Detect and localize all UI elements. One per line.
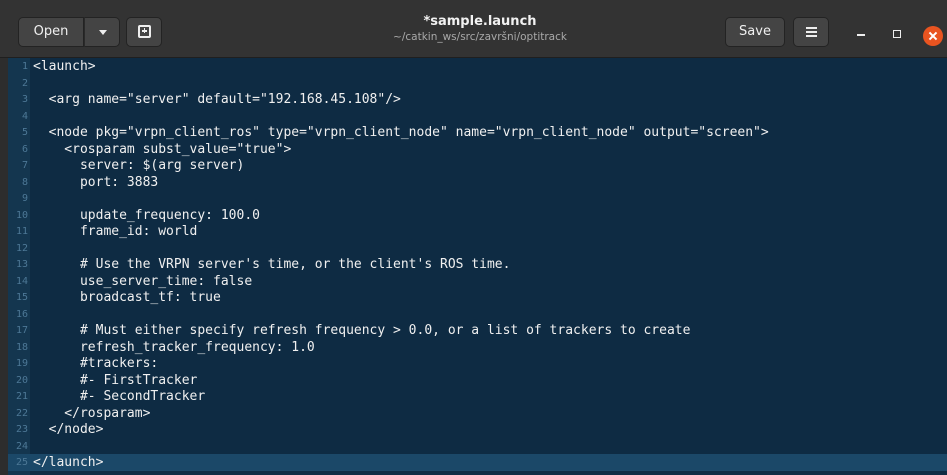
code-text: </launch> [33, 455, 104, 470]
code-line[interactable]: 8 port: 3883 [8, 174, 947, 191]
line-number: 7 [21, 160, 28, 171]
code-text: use_server_time: false [33, 273, 253, 289]
line-number: 9 [21, 193, 28, 204]
code-line[interactable]: 12 [8, 240, 947, 257]
line-number: 19 [15, 358, 28, 369]
code-text: update_frequency: 100.0 [33, 207, 260, 223]
document-path: ~/catkin_ws/src/završni/optitrack [393, 31, 567, 43]
line-number: 16 [15, 308, 28, 320]
code-line[interactable]: 19 #trackers: [8, 355, 947, 372]
line-number: 18 [15, 341, 28, 353]
code-text: <launch> [33, 59, 96, 74]
code-line[interactable]: 11 frame_id: world [8, 223, 947, 240]
line-number: 6 [21, 143, 28, 155]
hamburger-menu-icon [806, 27, 817, 37]
code-line[interactable]: 17 # Must either specify refresh frequen… [8, 322, 947, 339]
maximize-icon[interactable] [889, 26, 905, 42]
line-number: 15 [15, 292, 28, 303]
code-line[interactable]: 9 [8, 190, 947, 207]
minimize-icon[interactable] [853, 26, 869, 42]
open-button[interactable]: Open [18, 17, 84, 47]
code-text: port: 3883 [33, 174, 159, 190]
code-text: refresh_tracker_frequency: 1.0 [33, 339, 315, 355]
line-number: 11 [15, 226, 28, 237]
gedit-window: Open *sample.launch ~/catkin_ws/src/zavr… [0, 0, 947, 475]
code-line[interactable]: 10 update_frequency: 100.0 [8, 207, 947, 224]
code-line[interactable]: 24 [8, 438, 947, 455]
code-line[interactable]: 21 #- SecondTracker [8, 388, 947, 405]
code-text: # Must either specify refresh frequency … [33, 323, 691, 338]
line-number: 3 [21, 94, 28, 105]
line-number: 13 [15, 259, 28, 270]
code-text: <node pkg="vrpn_client_ros" type="vrpn_c… [33, 125, 769, 140]
line-number: 25 [15, 457, 28, 468]
line-number: 1 [21, 61, 28, 72]
code-line[interactable]: 18 refresh_tracker_frequency: 1.0 [8, 339, 947, 356]
line-number: 10 [15, 209, 28, 221]
code-line[interactable]: 22 </rosparam> [8, 405, 947, 422]
code-text: <arg name="server" default="192.168.45.1… [33, 92, 401, 107]
code-text: </node> [33, 422, 104, 437]
line-number: 5 [21, 127, 28, 138]
chevron-down-icon [99, 30, 107, 35]
line-number: 17 [15, 325, 28, 336]
line-number: 8 [21, 176, 28, 188]
open-menu-button[interactable] [84, 17, 120, 47]
code-line[interactable]: 25 </launch> [8, 454, 947, 471]
window-edge [0, 58, 8, 475]
line-number: 20 [15, 374, 28, 386]
code-line[interactable]: 23 </node> [8, 421, 947, 438]
code-line[interactable]: 26 [8, 471, 947, 475]
line-number: 21 [15, 391, 28, 402]
code-text: <rosparam subst_value="true"> [33, 141, 292, 157]
new-tab-button[interactable] [126, 17, 162, 47]
code-line[interactable]: 6 <rosparam subst_value="true"> [8, 141, 947, 158]
document-title: *sample.launch [423, 14, 537, 29]
code-line[interactable]: 7 server: $(arg server) [8, 157, 947, 174]
code-text: # Use the VRPN server's time, or the cli… [33, 257, 511, 272]
text-editor[interactable]: 1 <launch> 2 3 <arg name="server" default="… [8, 58, 947, 475]
line-number: 23 [15, 424, 28, 435]
window-title: *sample.launch ~/catkin_ws/src/završni/o… [330, 14, 630, 44]
line-number: 2 [21, 77, 28, 89]
code-line[interactable]: 3 <arg name="server" default="192.168.45… [8, 91, 947, 108]
line-number: 24 [15, 440, 28, 452]
code-line[interactable]: 20 #- FirstTracker [8, 372, 947, 389]
line-number: 12 [15, 242, 28, 254]
code-line[interactable]: 1 <launch> [8, 58, 947, 75]
code-line[interactable]: 13 # Use the VRPN server's time, or the … [8, 256, 947, 273]
code-line[interactable]: 14 use_server_time: false [8, 273, 947, 290]
code-text: #trackers: [33, 356, 159, 371]
code-line[interactable]: 4 [8, 108, 947, 125]
line-number: 14 [15, 275, 28, 287]
code-line[interactable]: 2 [8, 75, 947, 92]
code-text: broadcast_tf: true [33, 290, 221, 305]
close-icon[interactable] [923, 26, 943, 46]
code-text: </rosparam> [33, 405, 151, 421]
new-tab-icon [138, 25, 151, 38]
line-number: 26 [8, 471, 28, 475]
code-line[interactable]: 15 broadcast_tf: true [8, 289, 947, 306]
save-button[interactable]: Save [725, 17, 785, 47]
code-text: #- FirstTracker [33, 372, 198, 388]
code-text: frame_id: world [33, 224, 198, 239]
code-line[interactable]: 5 <node pkg="vrpn_client_ros" type="vrpn… [8, 124, 947, 141]
line-number: 22 [15, 407, 28, 419]
header-bar: Open *sample.launch ~/catkin_ws/src/zavr… [0, 0, 947, 58]
code-line[interactable]: 16 [8, 306, 947, 323]
line-number: 4 [21, 110, 28, 122]
main-menu-button[interactable] [793, 17, 829, 47]
code-text: server: $(arg server) [33, 158, 245, 173]
code-text: #- SecondTracker [33, 389, 206, 404]
